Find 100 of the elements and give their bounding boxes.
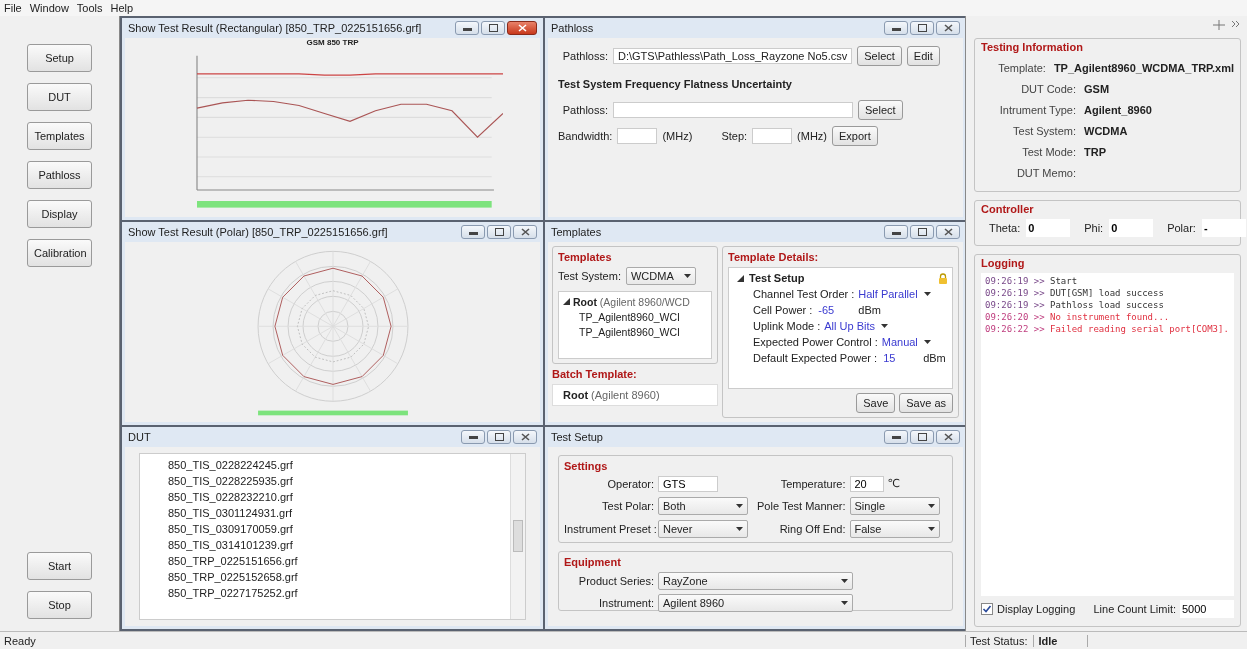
grf-filename[interactable]: 850_TIS_0228232210.grf	[168, 489, 293, 505]
log-line: 09:26:19 >> Start	[985, 275, 1079, 287]
save-as-button[interactable]: Save as	[899, 392, 953, 413]
action-button[interactable]: Stop	[27, 591, 92, 619]
dropdown[interactable]: RayZone	[658, 571, 853, 590]
menu-item[interactable]: Tools	[76, 2, 103, 14]
grf-filename[interactable]: 850_TRP_0225152658.grf	[168, 569, 298, 585]
edit-button[interactable]: Edit	[906, 46, 940, 66]
info-label: Template:	[997, 61, 1046, 74]
group-title: Batch Template:	[552, 368, 638, 381]
field-label: Temperature:	[779, 477, 846, 490]
text-field[interactable]: GTS	[658, 475, 718, 492]
property-label: Cell Power :	[753, 304, 813, 317]
chart-title: GSM 850 TRP	[306, 38, 359, 47]
info-value: TP_Agilent8960_WCDMA_TRP.xml	[1053, 61, 1234, 74]
log-line: 09:26:22 >> Failed reading serial port[COM3].	[985, 323, 1230, 335]
select-button[interactable]: Select	[858, 100, 903, 120]
export-button[interactable]: Export	[832, 126, 878, 146]
menu-item[interactable]: Window	[29, 2, 69, 14]
dropdown[interactable]: False	[849, 519, 940, 538]
field-label: Instrument:	[597, 596, 654, 609]
info-value: Agilent_8960	[1084, 103, 1152, 116]
log-line: 09:26:19 >> Pathloss load success	[985, 299, 1165, 311]
field-label: Instrument Preset :	[564, 522, 654, 535]
dropdown[interactable]: Never	[658, 519, 748, 538]
nav-button[interactable]: Pathloss	[27, 161, 92, 189]
group-title: Template Details:	[728, 251, 820, 264]
panel-title: Templates	[551, 226, 602, 239]
property-dropdown[interactable]: All Up Bits	[824, 320, 888, 333]
unit-label: ℃	[887, 477, 900, 491]
dropdown[interactable]: Agilent 8960	[658, 593, 853, 612]
field-label: Product Series:	[577, 574, 654, 587]
group-title: Logging	[981, 257, 1026, 269]
panel-title: Test Setup	[551, 430, 603, 443]
grf-filename[interactable]: 850_TIS_0314101239.grf	[168, 537, 293, 553]
line-limit-field[interactable]: 5000	[1180, 600, 1234, 618]
field-label: Ring Off End:	[778, 522, 846, 535]
nav-button[interactable]: Setup	[27, 44, 92, 72]
field-label: Pole Test Manner:	[756, 499, 846, 512]
info-value: WCDMA	[1084, 124, 1128, 137]
property-label: Expected Power Control :	[753, 336, 878, 349]
field-label: Bandwidth:	[558, 130, 613, 142]
unit-label: (MHz)	[797, 130, 827, 142]
grf-filename[interactable]: 850_TRP_0225151656.grf	[168, 553, 298, 569]
tree-item[interactable]: TP_Agilent8960_WCI	[579, 310, 680, 323]
text-field[interactable]: 0	[1026, 219, 1071, 237]
action-button[interactable]: Start	[27, 552, 92, 580]
field-label: Operator:	[606, 477, 654, 490]
text-field[interactable]: -	[1201, 219, 1246, 237]
group-title: Controller	[981, 203, 1035, 215]
menu-item[interactable]: Help	[110, 2, 134, 14]
tree-item[interactable]: Root (Agilent 8960/WCD	[573, 295, 690, 308]
nav-button[interactable]: Templates	[27, 122, 92, 150]
info-value: TRP	[1084, 145, 1106, 158]
template-tree[interactable]: Root (Agilent 8960/WCD TP_Agilent8960_WCI TP_Agilent8960_WCI	[558, 291, 712, 360]
unit-label: (MHz)	[662, 130, 693, 142]
status-value: Idle	[1033, 634, 1089, 647]
grf-filename[interactable]: 850_TIS_0309170059.grf	[168, 521, 293, 537]
text-field[interactable]: 0	[1109, 219, 1154, 237]
property-dropdown[interactable]: Manual	[881, 336, 931, 349]
test-system-dropdown[interactable]: WCDMA	[625, 267, 696, 286]
panel-title: Pathloss	[551, 22, 594, 34]
grf-filename[interactable]: 850_TRP_0227175252.grf	[168, 585, 298, 601]
log-line: 09:26:20 >> No instrument found...	[985, 311, 1171, 323]
save-button[interactable]: Save	[856, 392, 896, 413]
field-label: Phi:	[1084, 222, 1104, 234]
group-title: Templates	[558, 251, 613, 264]
info-label: DUT Code:	[1020, 82, 1076, 95]
info-label: DUT Memo:	[1015, 166, 1076, 179]
section-heading: Test System Frequency Flatness Uncertainty	[558, 78, 793, 90]
info-label: Test Mode:	[1021, 145, 1076, 158]
nav-button[interactable]: DUT	[27, 83, 92, 111]
group-title: Equipment	[564, 555, 622, 568]
status-label: Test Status:	[970, 634, 1028, 647]
pathloss-field[interactable]: D:\GTS\Pathless\Path_Loss_Rayzone No5.csv	[613, 48, 853, 64]
grf-filename[interactable]: 850_TIS_0228225935.grf	[168, 473, 293, 489]
field-label: Test Polar:	[601, 499, 654, 512]
field-label: Polar:	[1167, 222, 1196, 234]
property-label: Uplink Mode :	[753, 320, 821, 333]
select-button[interactable]: Select	[857, 46, 902, 66]
property-dropdown[interactable]: Half Parallel	[858, 288, 931, 301]
nav-button[interactable]: Display	[27, 200, 92, 228]
group-title: Settings	[564, 459, 609, 472]
log-line: 09:26:19 >> DUT[GSM] load success	[985, 287, 1165, 299]
grf-filename[interactable]: 850_TIS_0301124931.grf	[168, 505, 292, 521]
field-label: Step:	[721, 130, 748, 142]
menu-item[interactable]: File	[4, 2, 22, 14]
grf-filename[interactable]: 850_TIS_0228224245.grf	[168, 457, 293, 473]
text-field[interactable]: 20	[849, 475, 884, 492]
panel-title: Show Test Result (Rectangular) [850_TRP_0225151656.grf]	[128, 22, 422, 34]
info-label: Intrument Type:	[998, 103, 1076, 116]
property-label: Channel Test Order :	[753, 288, 855, 301]
dropdown[interactable]: Single	[849, 496, 940, 515]
display-logging-checkbox[interactable]: Display Logging	[981, 603, 1076, 615]
panel-title: Show Test Result (Polar) [850_TRP_0225151656.grf]	[128, 226, 388, 239]
nav-button[interactable]: Calibration	[27, 239, 92, 267]
field-label: Test System:	[558, 270, 621, 283]
info-value: GSM	[1084, 82, 1110, 95]
dropdown[interactable]: Both	[658, 496, 748, 515]
tree-item[interactable]: TP_Agilent8960_WCI	[579, 325, 680, 338]
